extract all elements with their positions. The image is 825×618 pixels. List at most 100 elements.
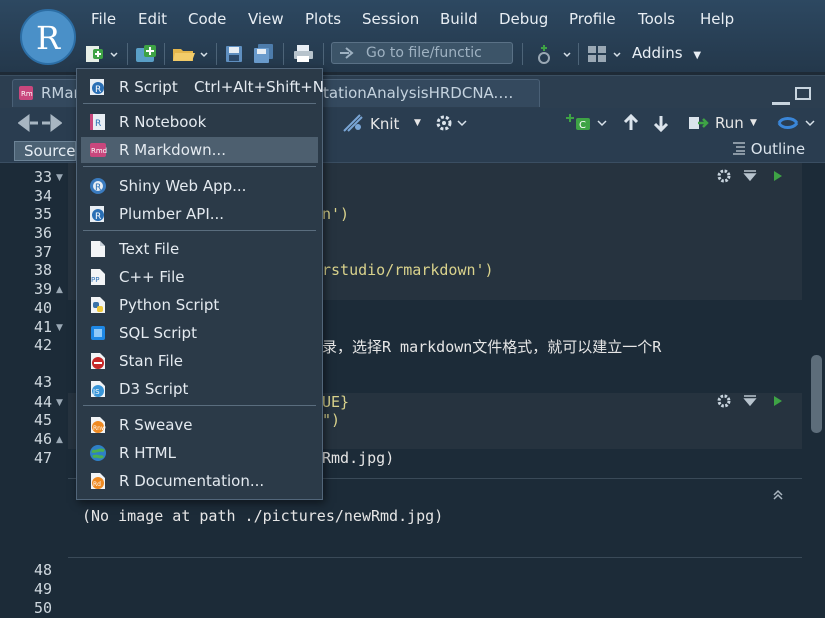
- tab-label: RMar: [41, 84, 80, 102]
- menu-separator: [83, 103, 316, 104]
- menu-item-r-documentation[interactable]: Rd R Documentation...: [81, 468, 318, 494]
- tab-analysis[interactable]: tationAnalysisHRDCNA.…: [300, 79, 540, 107]
- back-forward-icon[interactable]: [18, 114, 62, 132]
- menu-item-text-file[interactable]: Text File: [81, 236, 318, 262]
- menu-item-r-html[interactable]: R HTML: [81, 440, 318, 466]
- menu-profile[interactable]: Profile: [569, 10, 616, 28]
- text-file-icon: [91, 241, 105, 257]
- outline-button[interactable]: Outline: [732, 140, 805, 158]
- menu-item-cpp-file[interactable]: PP C++ File: [81, 264, 318, 290]
- fold-icon[interactable]: ▲: [56, 435, 63, 445]
- arrow-up-icon[interactable]: [622, 114, 640, 132]
- save-icon: [226, 46, 242, 62]
- gear-icon[interactable]: [717, 169, 731, 183]
- menu-tools[interactable]: Tools: [638, 10, 675, 28]
- new-project-icon: [136, 45, 156, 62]
- svg-text:Rd: Rd: [93, 481, 101, 488]
- run-button[interactable]: Run ▼: [688, 112, 762, 134]
- fold-icon[interactable]: ▼: [56, 323, 63, 333]
- plumber-icon: R: [90, 206, 104, 222]
- r-doc-icon: Rd: [91, 473, 105, 489]
- arrow-down-icon[interactable]: [652, 114, 670, 132]
- sql-icon: [91, 326, 105, 340]
- line-number: 35: [33, 205, 52, 223]
- line-number: 50: [33, 599, 52, 617]
- run-chunk-icon[interactable]: [774, 396, 782, 406]
- knit-button[interactable]: Knit ▼: [338, 112, 428, 134]
- menu-item-label: R HTML: [119, 444, 176, 462]
- menu-plots[interactable]: Plots: [305, 10, 341, 28]
- code-line: n'): [322, 205, 350, 223]
- save-all-button[interactable]: [252, 43, 276, 65]
- run-previous-icon[interactable]: [743, 395, 757, 407]
- goto-file-input[interactable]: Go to file/functic: [331, 42, 513, 64]
- menu-build[interactable]: Build: [440, 10, 478, 28]
- menu-view[interactable]: View: [248, 10, 284, 28]
- menu-item-r-sweave[interactable]: Rnw R Sweave: [81, 412, 318, 438]
- pane-layout-button[interactable]: [586, 43, 626, 65]
- fold-icon[interactable]: ▼: [56, 173, 63, 183]
- menu-item-label: R Markdown...: [119, 141, 226, 159]
- addins-menu[interactable]: Addins ▼: [632, 44, 701, 62]
- tab-label: tationAnalysisHRDCNA.…: [323, 84, 514, 102]
- run-chunk-icon[interactable]: [774, 171, 782, 181]
- new-file-icon: [86, 46, 118, 62]
- d3-icon: JS: [91, 381, 105, 397]
- rerun-icon[interactable]: [776, 113, 816, 133]
- collapse-output-icon[interactable]: [772, 489, 784, 501]
- save-button[interactable]: [224, 43, 246, 65]
- menu-edit[interactable]: Edit: [138, 10, 167, 28]
- menu-debug[interactable]: Debug: [499, 10, 548, 28]
- scrollbar-thumb[interactable]: [811, 355, 822, 433]
- code-line: rstudio/rmarkdown'): [322, 261, 494, 279]
- menu-code[interactable]: Code: [188, 10, 226, 28]
- menu-item-sql-script[interactable]: SQL Script: [81, 320, 318, 346]
- run-previous-icon[interactable]: [743, 170, 757, 182]
- gear-icon[interactable]: [717, 394, 731, 408]
- new-file-button[interactable]: [85, 43, 121, 65]
- print-button[interactable]: [292, 43, 316, 65]
- open-file-button[interactable]: [171, 43, 211, 65]
- rstudio-logo: R: [20, 9, 76, 65]
- line-number: 39: [33, 280, 52, 298]
- menu-item-r-markdown[interactable]: Rmd R Markdown...: [81, 137, 318, 163]
- svg-text:Rmd: Rmd: [91, 147, 107, 155]
- run-icon: [689, 117, 709, 129]
- line-number: 36: [33, 224, 52, 242]
- stan-icon: [91, 353, 105, 369]
- settings-button[interactable]: [434, 112, 470, 134]
- fold-icon[interactable]: ▼: [56, 398, 63, 408]
- line-number: 45: [33, 411, 52, 429]
- menu-file[interactable]: File: [91, 10, 116, 28]
- line-number: 44: [33, 393, 52, 411]
- grid-icon: [588, 46, 621, 62]
- menu-item-python-script[interactable]: Python Script: [81, 292, 318, 318]
- svg-text:C: C: [579, 120, 586, 131]
- save-all-icon: [254, 44, 273, 63]
- menu-item-shiny-web-app[interactable]: R Shiny Web App...: [81, 173, 318, 199]
- line-number: 43: [33, 373, 52, 391]
- insert-chunk-button[interactable]: C: [566, 112, 610, 134]
- toolbar-separator: [216, 43, 217, 65]
- menu-item-plumber-api[interactable]: R Plumber API...: [81, 201, 318, 227]
- git-button[interactable]: [534, 43, 574, 65]
- menu-item-stan-file[interactable]: Stan File: [81, 348, 318, 374]
- menu-item-d3-script[interactable]: JS D3 Script: [81, 376, 318, 402]
- maximize-pane-icon[interactable]: [795, 87, 811, 100]
- menu-separator: [83, 405, 316, 406]
- menu-item-label: D3 Script: [119, 380, 189, 398]
- svg-text:Rnw: Rnw: [93, 425, 106, 432]
- code-line: 录，选择R markdown文件格式，就可以建立一个R: [322, 338, 662, 356]
- menu-item-label: Stan File: [119, 352, 183, 370]
- minimize-pane-icon[interactable]: [772, 92, 790, 105]
- menu-session[interactable]: Session: [362, 10, 419, 28]
- menu-item-r-script[interactable]: R R Script Ctrl+Alt+Shift+N: [81, 74, 324, 100]
- menu-item-r-notebook[interactable]: R R Notebook: [81, 109, 318, 135]
- new-project-button[interactable]: [134, 43, 160, 65]
- toolbar-separator: [127, 43, 128, 65]
- menu-help[interactable]: Help: [700, 10, 734, 28]
- tab-rmarkdown[interactable]: Rmd RMar: [12, 79, 82, 107]
- source-mode-button[interactable]: Source: [14, 141, 76, 161]
- r-script-icon: R: [90, 79, 104, 95]
- fold-icon[interactable]: ▲: [56, 285, 63, 295]
